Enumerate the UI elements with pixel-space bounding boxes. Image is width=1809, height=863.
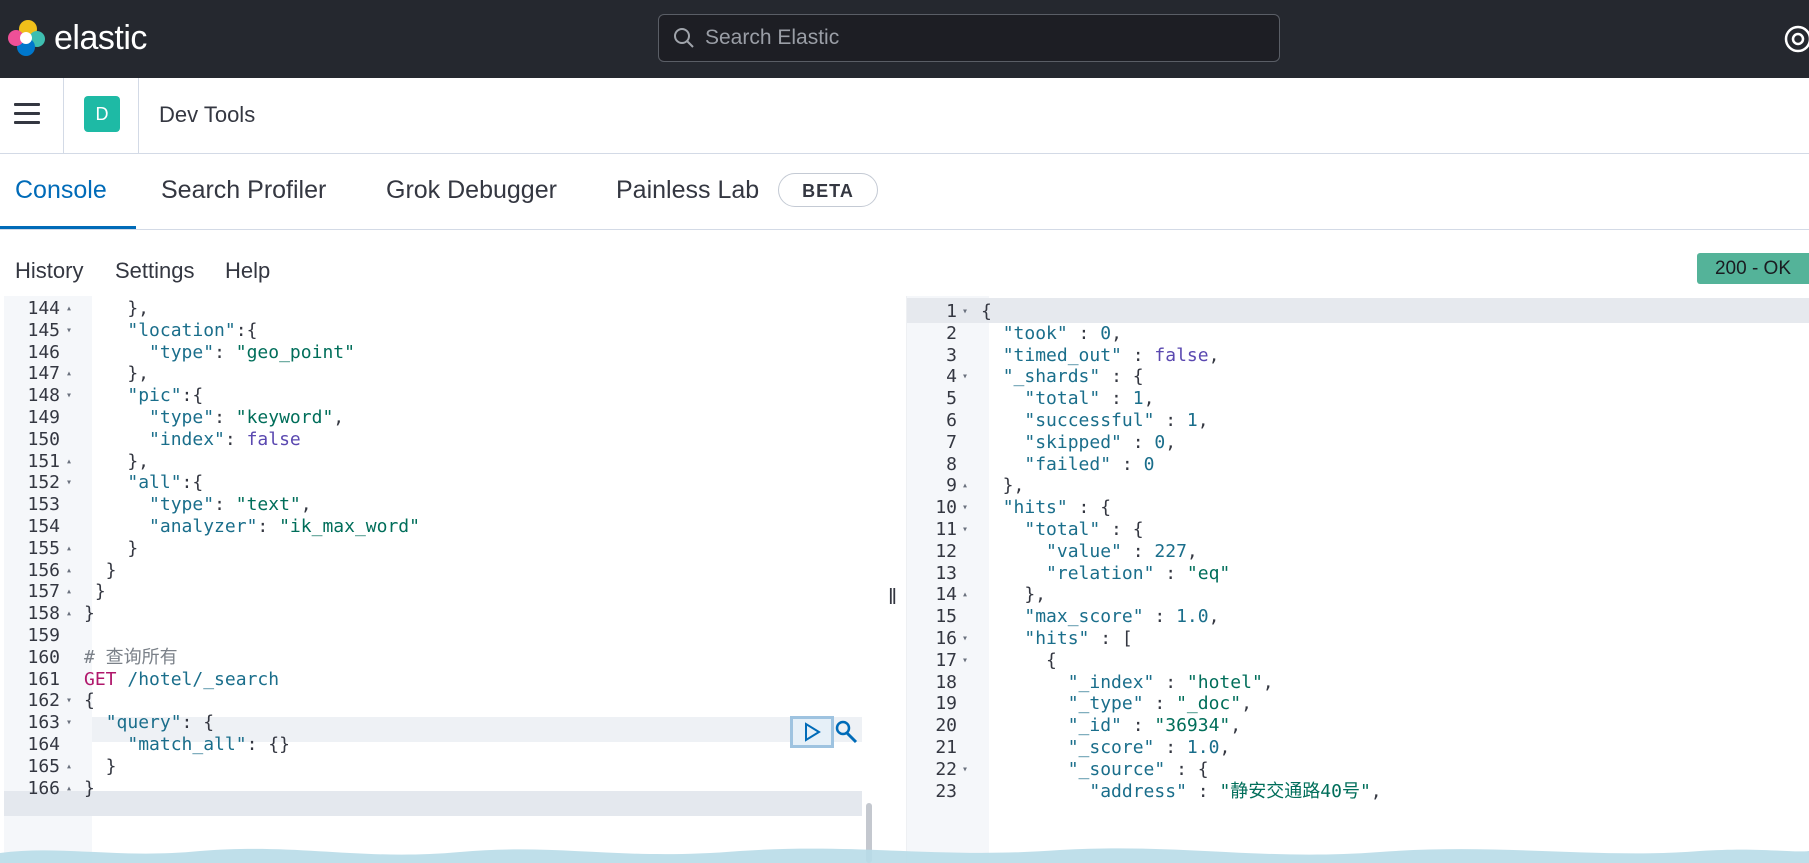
- global-search[interactable]: [658, 14, 1280, 62]
- code-line: 166 ▴}: [4, 776, 886, 801]
- brand-name: elastic: [54, 18, 147, 57]
- response-editor: 1 ▾{2 "took" : 0, 3 "timed_out" : false, 4 ▾…: [906, 296, 1809, 863]
- play-icon: [805, 722, 821, 742]
- console-menu: History Settings Help 200 - OK: [0, 229, 1809, 297]
- line-number: 23: [935, 780, 957, 802]
- page-title: Dev Tools: [159, 102, 256, 127]
- tab-search-profiler[interactable]: Search Profiler: [161, 176, 326, 205]
- code-line: 23 "address" : "静安交通路40号",: [907, 779, 1809, 804]
- tab-console[interactable]: Console: [15, 176, 107, 205]
- history-link[interactable]: History: [15, 258, 83, 284]
- panel-resizer[interactable]: ‖: [888, 584, 897, 610]
- divider: [63, 78, 64, 153]
- beta-badge: BETA: [778, 173, 878, 207]
- divider: [138, 78, 139, 153]
- decorative-wave: [0, 848, 1809, 863]
- breadcrumb-bar: D Dev Tools: [0, 78, 1809, 154]
- wrench-icon[interactable]: [832, 718, 860, 751]
- search-input[interactable]: [705, 15, 1265, 61]
- space-avatar[interactable]: D: [84, 96, 120, 132]
- help-link[interactable]: Help: [225, 258, 270, 284]
- request-editor[interactable]: 144 ▴ }, 145 ▾ "location":{146 "type": "geo…: [4, 296, 886, 863]
- search-icon: [673, 27, 695, 54]
- send-request-button[interactable]: [790, 716, 834, 748]
- elastic-logo-icon: [8, 20, 45, 56]
- status-badge: 200 - OK: [1697, 253, 1809, 284]
- fold-arrow-up-icon[interactable]: ▴: [66, 776, 72, 801]
- code-text: }: [84, 777, 95, 799]
- tab-painless-lab[interactable]: Painless Lab: [616, 176, 759, 205]
- code-text: "address" : "静安交通路40号",: [1089, 780, 1382, 802]
- help-icon[interactable]: [1783, 24, 1809, 59]
- elastic-logo[interactable]: elastic: [8, 18, 147, 58]
- top-header: elastic: [0, 0, 1809, 78]
- dev-tools-tabs: Console Search Profiler Grok Debugger Pa…: [0, 154, 1809, 230]
- tab-grok-debugger[interactable]: Grok Debugger: [386, 176, 557, 205]
- menu-icon[interactable]: [14, 103, 40, 129]
- settings-link[interactable]: Settings: [115, 258, 195, 284]
- line-number: 166: [27, 777, 60, 799]
